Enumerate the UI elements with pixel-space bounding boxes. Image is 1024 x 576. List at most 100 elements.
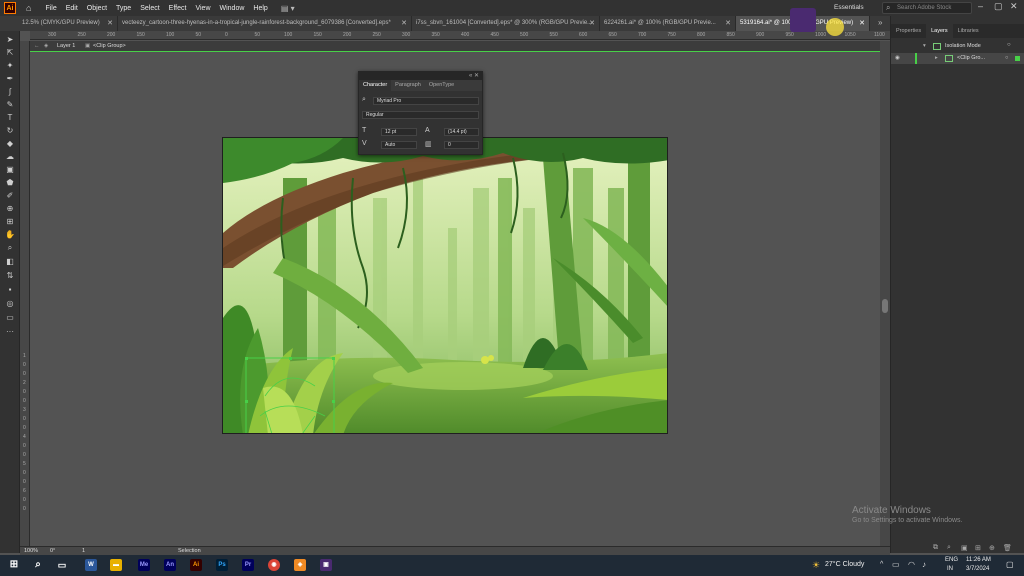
volume-icon[interactable]: ♪ bbox=[922, 560, 926, 569]
tab-doc-2[interactable]: vecteezy_cartoon-three-hyenas-in-a-tropi… bbox=[118, 16, 412, 31]
menu-view[interactable]: View bbox=[195, 5, 210, 12]
menu-select[interactable]: Select bbox=[140, 5, 159, 12]
weather-text[interactable]: 27°C Cloudy bbox=[825, 561, 864, 568]
isolation-layer-label[interactable]: Layer 1 bbox=[57, 43, 75, 49]
illustrator-taskbar-icon[interactable]: Ai bbox=[190, 559, 202, 571]
zoom-level[interactable]: 100% bbox=[24, 548, 38, 554]
make-clipping-mask-icon[interactable]: ▣ bbox=[961, 544, 968, 552]
font-family-select[interactable]: Myriad Pro bbox=[373, 97, 479, 105]
photoshop-icon[interactable]: Ps bbox=[216, 559, 228, 571]
recorder-app-icon[interactable]: ▣ bbox=[320, 559, 332, 571]
free-transform-icon[interactable]: ▣ bbox=[4, 165, 16, 175]
minimize-icon[interactable]: – bbox=[978, 1, 983, 11]
close-window-icon[interactable]: ✕ bbox=[1010, 1, 1018, 12]
collect-export-icon[interactable]: ⧉ bbox=[933, 544, 938, 552]
artboard-jungle-illustration[interactable] bbox=[222, 137, 668, 434]
vertical-scrollbar[interactable] bbox=[880, 41, 890, 546]
selection-tool-icon[interactable]: ➤ bbox=[4, 35, 16, 45]
close-tab-icon[interactable]: ✕ bbox=[107, 16, 113, 31]
collapse-panel-icon[interactable]: « ✕ bbox=[469, 72, 479, 79]
chrome-icon[interactable]: ◉ bbox=[268, 559, 280, 571]
scroll-thumb[interactable] bbox=[882, 299, 888, 313]
tracking-field[interactable]: 0 bbox=[444, 141, 479, 149]
artboard-tool-icon[interactable]: ⊞ bbox=[4, 217, 16, 227]
blend-tool-icon[interactable]: ⊕ bbox=[4, 204, 16, 214]
task-view-icon[interactable]: ▭ bbox=[56, 559, 68, 571]
eraser-tool-icon[interactable]: ◆ bbox=[4, 139, 16, 149]
close-tab-icon[interactable]: ✕ bbox=[725, 16, 731, 31]
more-tools-icon[interactable]: ··· bbox=[4, 327, 16, 337]
hand-tool-icon[interactable]: ✋ bbox=[4, 230, 16, 240]
target-circle-icon[interactable]: ○ bbox=[1005, 53, 1008, 64]
word-icon[interactable]: W bbox=[85, 559, 97, 571]
wifi-icon[interactable]: ◠ bbox=[908, 560, 915, 569]
tab-layers[interactable]: Layers bbox=[926, 24, 953, 38]
new-sublayer-icon[interactable]: ⊞ bbox=[975, 544, 981, 552]
eyedropper-tool-icon[interactable]: ✐ bbox=[4, 191, 16, 201]
fill-stroke-icon[interactable]: ◧ bbox=[4, 257, 16, 267]
isolation-group-label[interactable]: <Clip Group> bbox=[93, 43, 126, 49]
kerning-field[interactable]: Auto bbox=[381, 141, 417, 149]
pen-tool-icon[interactable]: ✒ bbox=[4, 74, 16, 84]
more-tabs-icon[interactable]: » bbox=[878, 18, 882, 27]
curvature-tool-icon[interactable]: ∫ bbox=[4, 87, 16, 97]
direct-selection-tool-icon[interactable]: ⇱ bbox=[4, 48, 16, 58]
new-layer-icon[interactable]: ⊕ bbox=[989, 544, 995, 552]
shape-builder-icon[interactable]: ⬟ bbox=[4, 178, 16, 188]
expand-arrow-icon[interactable]: ▾ bbox=[923, 41, 926, 52]
swap-colors-icon[interactable]: ⇅ bbox=[4, 271, 16, 281]
tab-paragraph[interactable]: Paragraph bbox=[391, 80, 425, 91]
rotate-tool-icon[interactable]: ↻ bbox=[4, 126, 16, 136]
color-mode-icon[interactable]: ▪ bbox=[4, 285, 16, 295]
draw-mode-icon[interactable]: ◎ bbox=[4, 299, 16, 309]
selection-indicator[interactable] bbox=[1015, 56, 1020, 61]
file-explorer-icon[interactable]: ▬ bbox=[110, 559, 122, 571]
tab-character[interactable]: Character bbox=[359, 80, 392, 91]
panel-drag-bar[interactable]: « ✕ bbox=[359, 72, 482, 80]
menu-help[interactable]: Help bbox=[253, 5, 267, 12]
artboard-number[interactable]: 1 bbox=[82, 548, 85, 554]
back-arrow-icon[interactable]: ← bbox=[34, 43, 40, 49]
stock-search-input[interactable]: ⌕ Search Adobe Stock bbox=[882, 2, 972, 14]
zoom-tool-icon[interactable]: ⌕ bbox=[4, 243, 16, 253]
menu-type[interactable]: Type bbox=[116, 5, 131, 12]
font-style-select[interactable]: Regular bbox=[362, 111, 479, 119]
menu-object[interactable]: Object bbox=[87, 5, 107, 12]
tab-doc-4[interactable]: 6224261.ai* @ 100% (RGB/GPU Previe... ✕ bbox=[600, 16, 736, 31]
expand-arrow-icon[interactable]: ▸ bbox=[935, 53, 938, 64]
region-indicator[interactable]: IN bbox=[947, 566, 953, 572]
magic-wand-icon[interactable]: ✦ bbox=[4, 61, 16, 71]
visibility-eye-icon[interactable]: ◉ bbox=[895, 53, 900, 64]
horizontal-ruler[interactable]: 300 250 200 150 100 50 0 50 100 150 200 250 300 350 40… bbox=[30, 31, 914, 40]
leading-field[interactable]: (14.4 pt) bbox=[444, 128, 479, 136]
premiere-icon[interactable]: Pr bbox=[242, 559, 254, 571]
vertical-ruler[interactable]: 1 0 0 2 0 0 3 0 0 4 0 0 5 0 0 6 0 0 bbox=[20, 41, 30, 546]
font-size-field[interactable]: 12 pt bbox=[381, 128, 417, 136]
media-encoder-icon[interactable]: Me bbox=[138, 559, 150, 571]
rotation-value[interactable]: 0° bbox=[50, 548, 55, 554]
network-icon[interactable]: ▭ bbox=[892, 560, 900, 569]
tab-opentype[interactable]: OpenType bbox=[425, 80, 458, 91]
close-tab-icon[interactable]: ✕ bbox=[589, 16, 595, 31]
tab-doc-1[interactable]: 12.5% (CMYK/GPU Preview) ✕ bbox=[18, 16, 118, 31]
search-icon[interactable]: ⌕ bbox=[32, 559, 44, 571]
home-icon[interactable]: ⌂ bbox=[26, 3, 31, 13]
layer-row-clip-group[interactable]: ◉ ▸ <Clip Gro... ○ bbox=[891, 53, 1024, 64]
screen-mode-icon[interactable]: ▭ bbox=[4, 313, 16, 323]
clock-time[interactable]: 11:26 AM bbox=[966, 557, 991, 563]
selection-bounding-box[interactable] bbox=[245, 356, 337, 434]
target-circle-icon[interactable]: ○ bbox=[1007, 42, 1011, 48]
close-tab-icon[interactable]: ✕ bbox=[401, 16, 407, 31]
tray-chevron-icon[interactable]: ^ bbox=[880, 561, 883, 568]
app-icon[interactable]: ◈ bbox=[294, 559, 306, 571]
delete-layer-icon[interactable]: 🗑 bbox=[1003, 544, 1012, 552]
start-icon[interactable]: ⊞ bbox=[8, 559, 20, 571]
tab-properties[interactable]: Properties bbox=[891, 24, 926, 38]
warp-tool-icon[interactable]: ☁ bbox=[4, 152, 16, 162]
type-tool-icon[interactable]: T bbox=[4, 113, 16, 123]
close-tab-icon[interactable]: ✕ bbox=[859, 16, 865, 31]
animate-icon[interactable]: An bbox=[164, 559, 176, 571]
workspace-switcher[interactable]: Essentials bbox=[826, 2, 876, 13]
arrange-documents-icon[interactable]: ▤ ▾ bbox=[281, 4, 295, 13]
menu-file[interactable]: File bbox=[45, 5, 56, 12]
